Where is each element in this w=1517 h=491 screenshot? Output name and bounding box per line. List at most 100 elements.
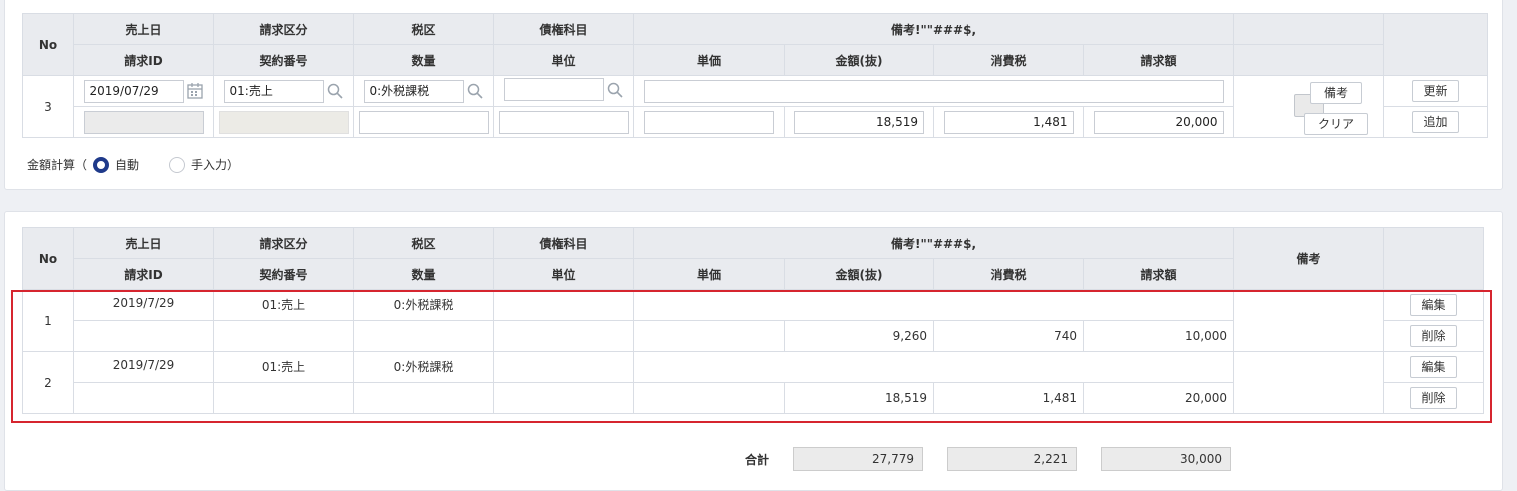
header-remarks-group: 備考!""###$, xyxy=(633,13,1234,45)
billing-type-input[interactable]: 01:売上 xyxy=(223,79,324,103)
row-no: 1 xyxy=(22,289,74,352)
row-edit-cell: 編集 xyxy=(1383,351,1484,383)
row-remarks-text xyxy=(633,289,1234,321)
edit-button[interactable]: 編集 xyxy=(1410,294,1457,316)
entry-update-cell: 更新 xyxy=(1383,75,1488,107)
row-tax-type: 0:外税課税 xyxy=(353,351,494,383)
unit-input[interactable] xyxy=(498,110,629,134)
row-delete-cell: 削除 xyxy=(1383,320,1484,352)
total-billed-amount: 30,000 xyxy=(1101,447,1231,471)
header-unit: 単位 xyxy=(493,258,634,290)
consumption-tax-input[interactable]: 1,481 xyxy=(943,110,1074,134)
calendar-icon[interactable] xyxy=(186,82,204,100)
entry-panel: No 売上日 請求区分 税区 債権科目 備考!""###$, 請求ID 契約番号… xyxy=(4,0,1503,190)
clear-button[interactable]: クリア xyxy=(1304,113,1368,135)
header-billing-type: 請求区分 xyxy=(213,227,354,259)
row-sales-date: 2019/7/29 xyxy=(73,351,214,383)
unit-price-input[interactable] xyxy=(644,110,774,134)
search-icon[interactable] xyxy=(466,82,484,100)
row-remarks xyxy=(1233,289,1384,352)
tax-type-input[interactable]: 0:外税課税 xyxy=(363,79,464,103)
header-remarks: 備考 xyxy=(1233,227,1384,290)
header-consumption-tax: 消費税 xyxy=(933,44,1084,76)
header-billed-amount: 請求額 xyxy=(1083,258,1234,290)
billing-id-input xyxy=(83,110,204,134)
row-tax-type: 0:外税課税 xyxy=(353,289,494,321)
header-blank-3 xyxy=(1233,44,1384,76)
radio-manual-label[interactable]: 手入力） xyxy=(191,156,239,173)
row-no: 2 xyxy=(22,351,74,414)
entry-unit-cell xyxy=(493,106,634,138)
row-quantity xyxy=(353,320,494,352)
remarks-input[interactable] xyxy=(643,79,1224,103)
row-credit-item xyxy=(493,351,634,383)
entry-remarks-cell xyxy=(633,75,1234,107)
search-icon[interactable] xyxy=(326,82,344,100)
total-amount-ex-tax: 27,779 xyxy=(793,447,923,471)
remarks-button[interactable]: 備考 xyxy=(1310,82,1362,104)
billed-amount-input[interactable]: 20,000 xyxy=(1093,110,1224,134)
header-no: No xyxy=(22,227,74,290)
table-row: 1 2019/7/29 01:売上 0:外税課税 編集 xyxy=(22,289,1484,352)
header-remarks-group: 備考!""###$, xyxy=(633,227,1234,259)
header-no: No xyxy=(22,13,74,76)
row-billing-id xyxy=(73,320,214,352)
radio-auto-label[interactable]: 自動 xyxy=(115,156,139,173)
delete-button[interactable]: 削除 xyxy=(1410,325,1457,347)
row-billed-amount: 20,000 xyxy=(1083,382,1234,414)
sales-date-input[interactable]: 2019/07/29 xyxy=(83,79,184,103)
row-contract-no xyxy=(213,320,354,352)
total-consumption-tax: 2,221 xyxy=(947,447,1077,471)
header-credit-item: 債権科目 xyxy=(493,13,634,45)
row-unit xyxy=(493,320,634,352)
radio-manual[interactable] xyxy=(169,156,186,173)
row-quantity xyxy=(353,382,494,414)
row-billed-amount: 10,000 xyxy=(1083,320,1234,352)
row-unit-price xyxy=(633,382,785,414)
header-unit: 単位 xyxy=(493,44,634,76)
header-amount-ex-tax: 金額(抜) xyxy=(784,258,934,290)
calc-mode-group: 金額計算（ 自動 手入力） xyxy=(27,156,239,173)
row-credit-item xyxy=(493,289,634,321)
row-amount-ex-tax: 18,519 xyxy=(784,382,934,414)
list-table: No 売上日 請求区分 税区 債権科目 備考!""###$, 備考 請求ID 契… xyxy=(22,227,1484,414)
credit-item-input[interactable] xyxy=(503,78,604,101)
header-tax-type: 税区 xyxy=(353,227,494,259)
header-actions xyxy=(1383,227,1484,290)
entry-tax-cell: 1,481 xyxy=(933,106,1084,138)
header-blank-1 xyxy=(1233,13,1384,45)
row-unit-price xyxy=(633,320,785,352)
row-remarks-text xyxy=(633,351,1234,383)
update-button[interactable]: 更新 xyxy=(1412,80,1459,102)
header-contract-no: 契約番号 xyxy=(213,258,354,290)
quantity-input[interactable] xyxy=(358,110,489,134)
header-tax-type: 税区 xyxy=(353,13,494,45)
header-quantity: 数量 xyxy=(353,44,494,76)
header-unit-price: 単価 xyxy=(633,258,785,290)
header-billing-id: 請求ID xyxy=(73,258,214,290)
delete-button[interactable]: 削除 xyxy=(1410,387,1457,409)
row-billing-id xyxy=(73,382,214,414)
row-contract-no xyxy=(213,382,354,414)
header-consumption-tax: 消費税 xyxy=(933,258,1084,290)
row-sales-date: 2019/7/29 xyxy=(73,289,214,321)
search-icon[interactable] xyxy=(606,81,624,99)
entry-billing-id-cell xyxy=(73,106,214,138)
entry-billed-cell: 20,000 xyxy=(1083,106,1234,138)
radio-auto[interactable] xyxy=(93,156,110,173)
calc-mode-label: 金額計算（ xyxy=(27,158,88,172)
header-billing-type: 請求区分 xyxy=(213,13,354,45)
header-sales-date: 売上日 xyxy=(73,13,214,45)
entry-add-cell: 追加 xyxy=(1383,106,1488,138)
amount-ex-tax-input[interactable]: 18,519 xyxy=(794,110,924,134)
entry-tax-type-cell: 0:外税課税 xyxy=(353,75,494,107)
row-billing-type: 01:売上 xyxy=(213,351,354,383)
entry-billing-type-cell: 01:売上 xyxy=(213,75,354,107)
entry-unit-price-cell xyxy=(633,106,785,138)
row-consumption-tax: 740 xyxy=(933,320,1084,352)
add-button[interactable]: 追加 xyxy=(1412,111,1459,133)
entry-contract-no-cell xyxy=(213,106,354,138)
edit-button[interactable]: 編集 xyxy=(1410,356,1457,378)
entry-quantity-cell xyxy=(353,106,494,138)
header-credit-item: 債権科目 xyxy=(493,227,634,259)
